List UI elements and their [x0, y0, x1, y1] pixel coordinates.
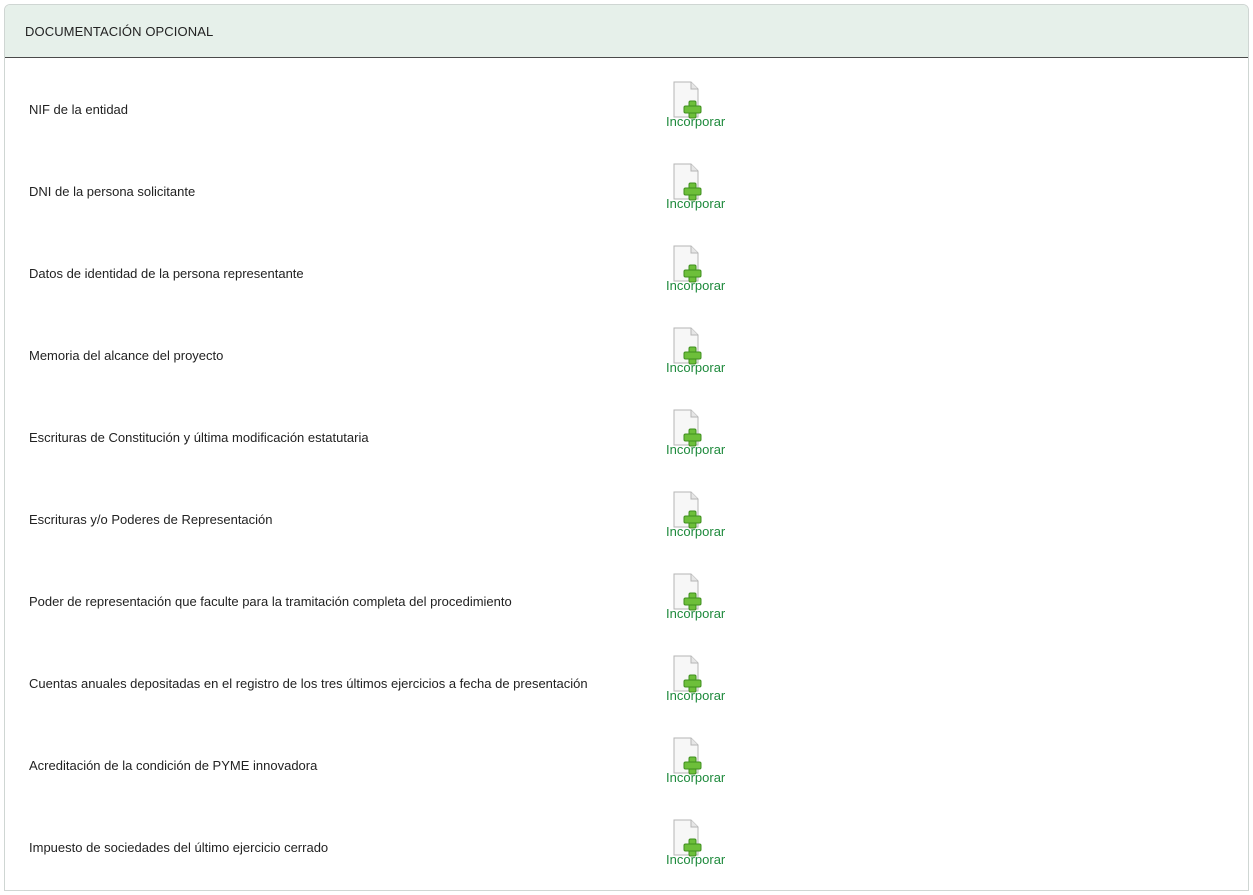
incorporar-label: Incorporar	[666, 688, 726, 703]
document-row: Poder de representación que faculte para…	[5, 550, 1248, 632]
panel-header: DOCUMENTACIÓN OPCIONAL	[5, 5, 1248, 58]
incorporar-button[interactable]: Incorporar	[661, 654, 741, 703]
document-row: NIF de la entidad Incorporar	[5, 58, 1248, 140]
incorporar-label: Incorporar	[666, 852, 726, 867]
incorporar-label: Incorporar	[666, 114, 726, 129]
incorporar-label: Incorporar	[666, 360, 726, 375]
document-row: Memoria del alcance del proyecto Incorpo…	[5, 304, 1248, 386]
document-row: Cuentas anuales depositadas en el regist…	[5, 632, 1248, 714]
document-label: Datos de identidad de la persona represe…	[29, 266, 304, 281]
document-label: Impuesto de sociedades del último ejerci…	[29, 840, 329, 855]
incorporar-button[interactable]: Incorporar	[661, 326, 741, 375]
incorporar-button[interactable]: Incorporar	[661, 572, 741, 621]
incorporar-button[interactable]: Incorporar	[661, 80, 741, 129]
incorporar-label: Incorporar	[666, 606, 726, 621]
incorporar-label: Incorporar	[666, 770, 726, 785]
document-label: Memoria del alcance del proyecto	[29, 348, 224, 363]
document-label: Poder de representación que faculte para…	[29, 594, 512, 609]
document-label: Acreditación de la condición de PYME inn…	[29, 758, 318, 773]
document-label: Escrituras y/o Poderes de Representación	[29, 512, 273, 527]
document-label: Escrituras de Constitución y última modi…	[29, 430, 369, 445]
document-list: NIF de la entidad Incorporar DNI de la p…	[5, 58, 1248, 878]
document-row: Datos de identidad de la persona represe…	[5, 222, 1248, 304]
incorporar-button[interactable]: Incorporar	[661, 162, 741, 211]
document-row: Escrituras de Constitución y última modi…	[5, 386, 1248, 468]
document-label: NIF de la entidad	[29, 102, 129, 117]
panel-title: DOCUMENTACIÓN OPCIONAL	[25, 23, 214, 39]
document-row: Acreditación de la condición de PYME inn…	[5, 714, 1248, 796]
document-label: DNI de la persona solicitante	[29, 184, 196, 199]
incorporar-label: Incorporar	[666, 196, 726, 211]
document-row: DNI de la persona solicitante Incorporar	[5, 140, 1248, 222]
document-row: Impuesto de sociedades del último ejerci…	[5, 796, 1248, 878]
incorporar-button[interactable]: Incorporar	[661, 736, 741, 785]
incorporar-label: Incorporar	[666, 442, 726, 457]
incorporar-label: Incorporar	[666, 278, 726, 293]
incorporar-button[interactable]: Incorporar	[661, 818, 741, 867]
document-row: Escrituras y/o Poderes de Representación…	[5, 468, 1248, 550]
incorporar-button[interactable]: Incorporar	[661, 408, 741, 457]
optional-documentation-panel: DOCUMENTACIÓN OPCIONAL NIF de la entidad…	[4, 4, 1249, 891]
incorporar-button[interactable]: Incorporar	[661, 490, 741, 539]
incorporar-label: Incorporar	[666, 524, 726, 539]
document-label: Cuentas anuales depositadas en el regist…	[29, 676, 588, 691]
incorporar-button[interactable]: Incorporar	[661, 244, 741, 293]
